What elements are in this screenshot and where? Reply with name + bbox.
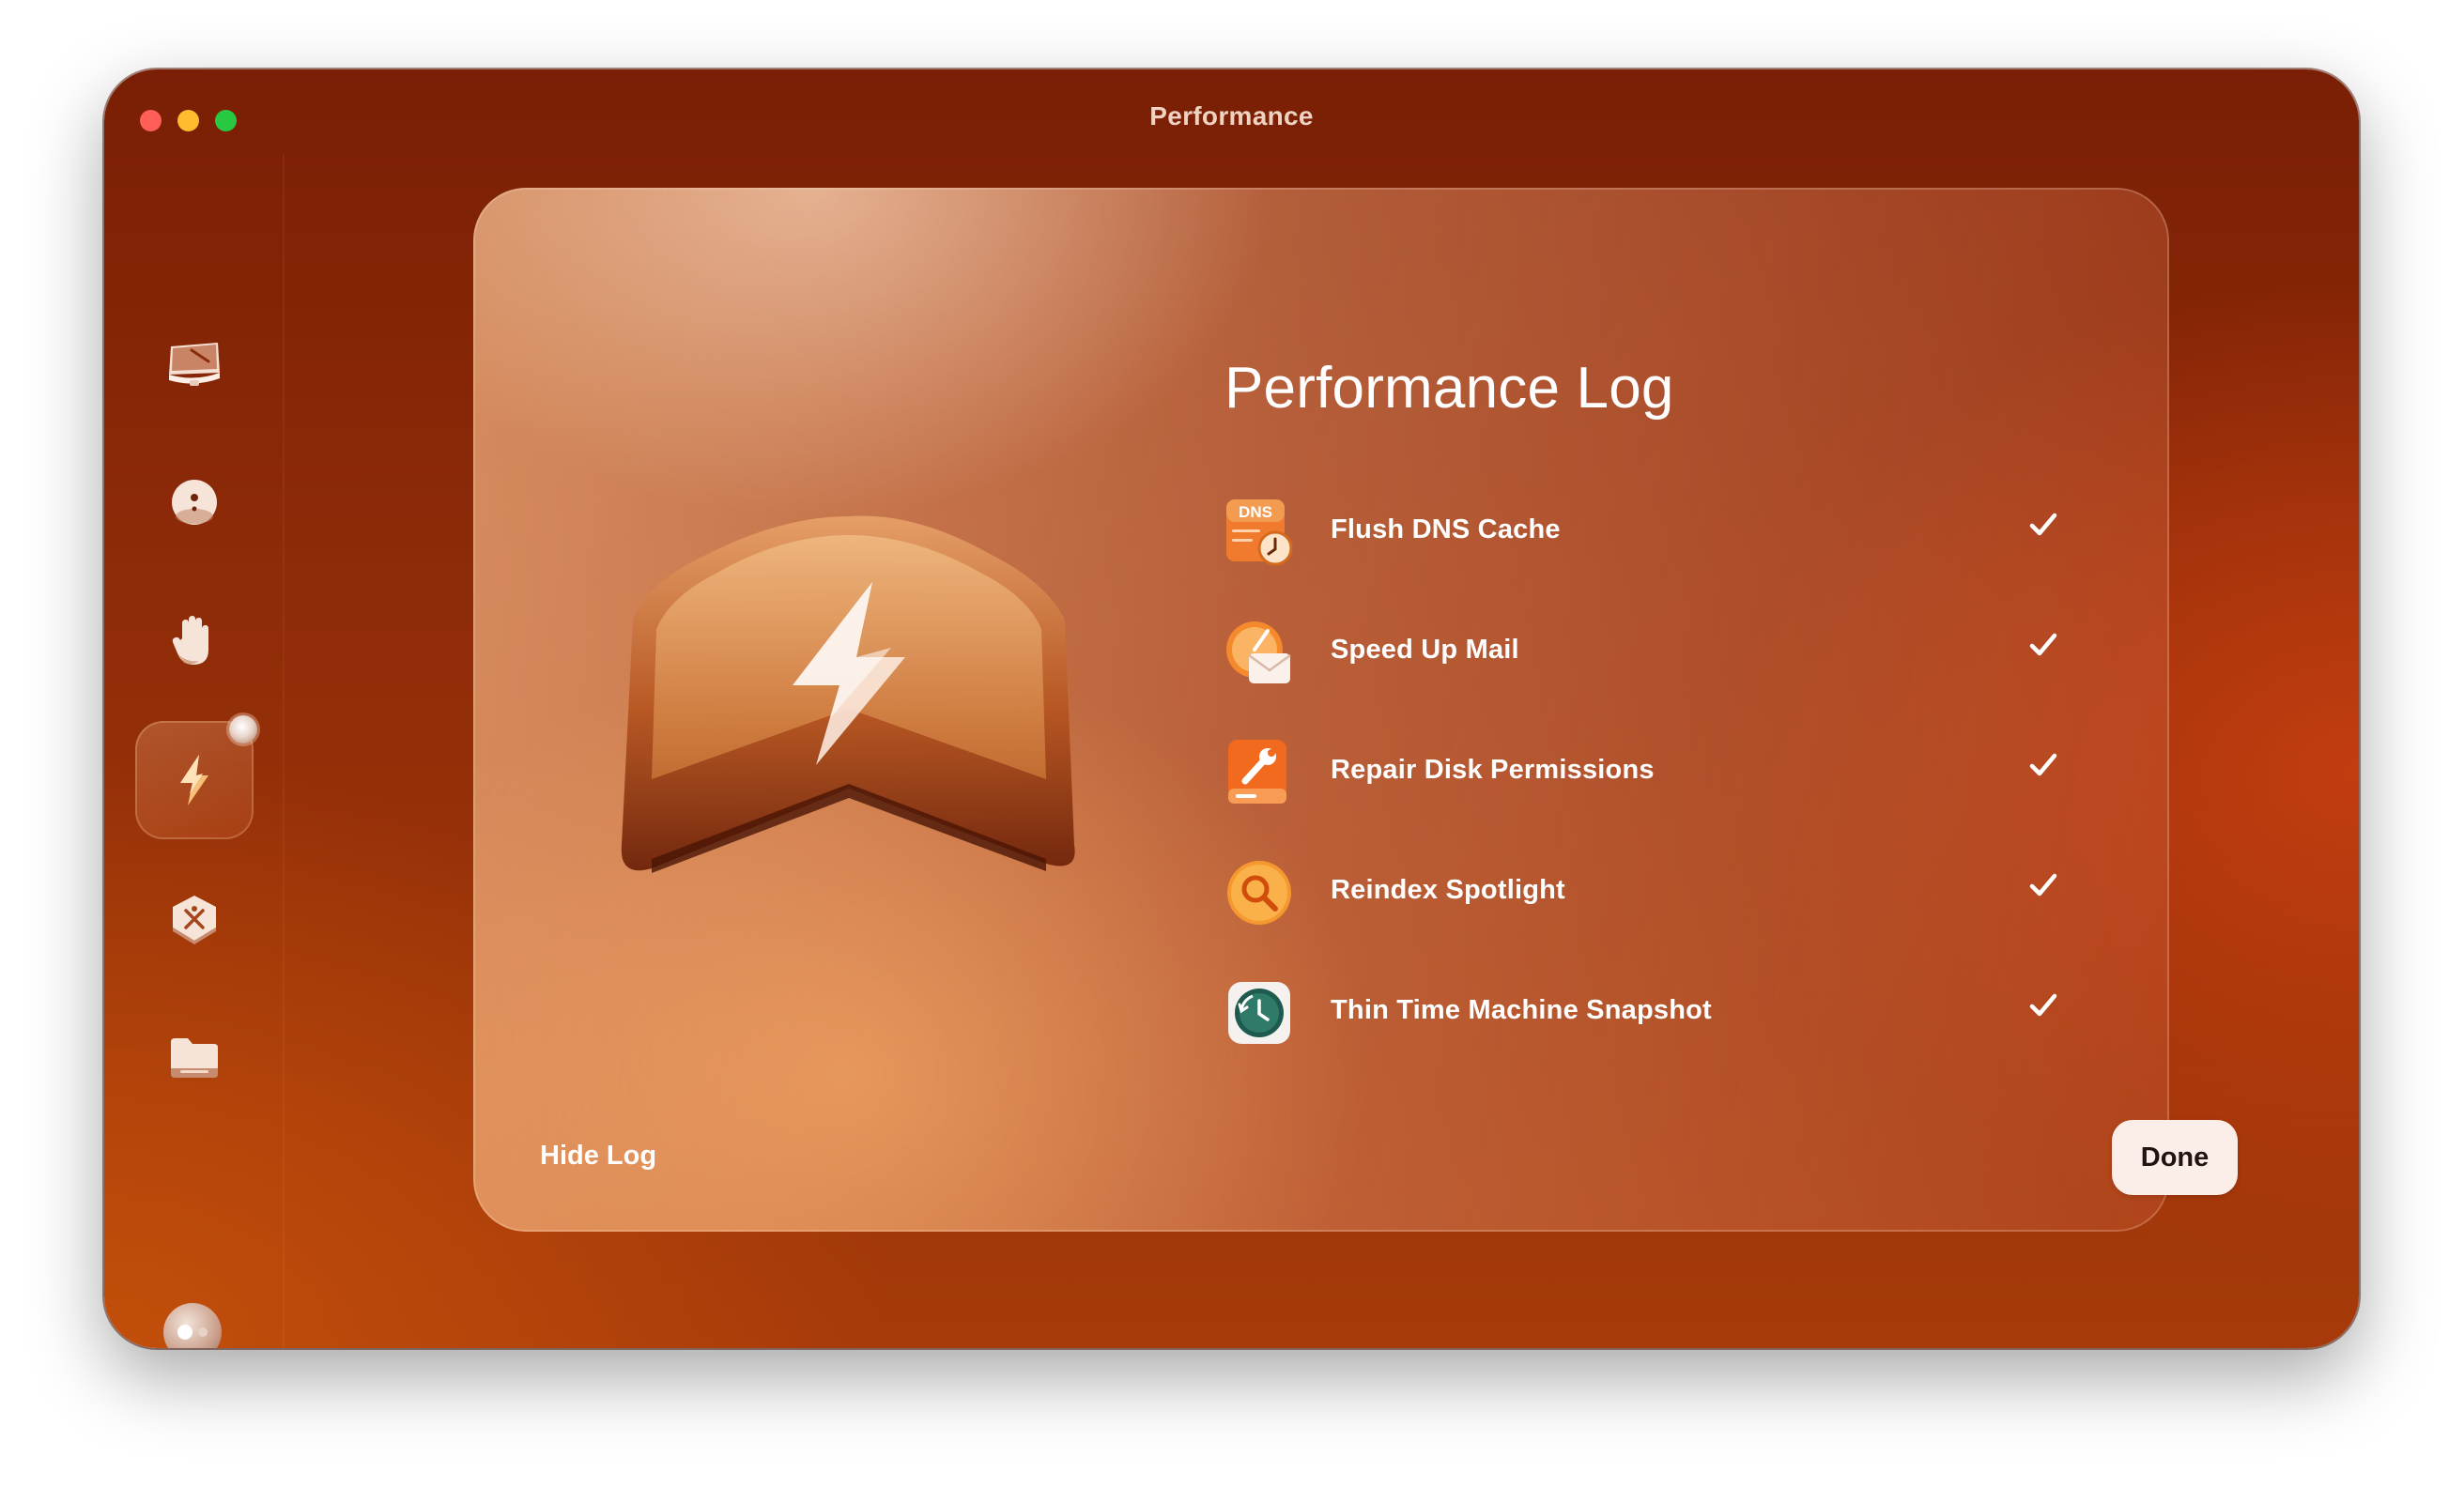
dns-badge-text: DNS — [1239, 503, 1272, 521]
spotlight-icon — [1224, 858, 1294, 927]
disk-wrench-icon — [1224, 738, 1294, 807]
log-list: DNS Flush DNS Cache Speed Up Mail Repair… — [1224, 498, 2070, 1098]
mail-speed-icon — [1224, 618, 1294, 687]
assistant-eye-icon — [177, 1325, 192, 1340]
checkmark-icon — [2029, 753, 2057, 776]
log-item-speed-up-mail: Speed Up Mail — [1224, 618, 2070, 738]
window-title: Performance — [1149, 101, 1314, 130]
monitor-sweep-icon — [169, 343, 220, 386]
dns-clock-icon: DNS — [1224, 498, 1294, 567]
log-item-label: Flush DNS Cache — [1331, 514, 1561, 544]
log-item-repair-disk-permissions: Repair Disk Permissions — [1224, 738, 2070, 858]
done-button[interactable]: Done — [2112, 1120, 2238, 1195]
log-item-thin-time-machine: Thin Time Machine Snapshot — [1224, 978, 2070, 1098]
sidebar-item-performance[interactable] — [135, 715, 257, 839]
checkmark-icon — [2029, 513, 2057, 536]
checkmark-icon — [2029, 993, 2057, 1017]
app-window: Performance Performance Log DNS Flush DN… — [104, 69, 2359, 1348]
log-title: Performance Log — [1224, 356, 1674, 421]
log-item-reindex-spotlight: Reindex Spotlight — [1224, 858, 2070, 978]
lightning-icon — [180, 755, 208, 805]
folder-icon — [171, 1038, 218, 1078]
log-item-flush-dns: DNS Flush DNS Cache — [1224, 498, 2070, 618]
broom-ball-icon — [172, 480, 217, 525]
sidebar-item-cleanup[interactable] — [135, 443, 254, 561]
hand-icon — [172, 616, 208, 665]
log-item-label: Reindex Spotlight — [1331, 875, 1565, 905]
apps-icon — [173, 896, 216, 944]
activity-indicator — [229, 715, 257, 744]
sidebar — [104, 154, 285, 1348]
log-item-label: Repair Disk Permissions — [1331, 755, 1655, 785]
performance-log-panel: Performance Log DNS Flush DNS Cache Spee… — [473, 188, 2238, 1232]
sidebar-item-smart-care[interactable] — [135, 305, 254, 423]
log-item-label: Speed Up Mail — [1331, 635, 1519, 665]
hide-log-button[interactable]: Hide Log — [540, 1141, 656, 1172]
assistant-button[interactable] — [163, 1303, 222, 1348]
performance-hero-icon — [621, 515, 1075, 873]
log-item-label: Thin Time Machine Snapshot — [1331, 995, 1712, 1025]
time-machine-icon — [1224, 978, 1294, 1048]
checkmark-icon — [2029, 873, 2057, 897]
sidebar-item-my-clutter[interactable] — [135, 999, 254, 1117]
sidebar-item-applications[interactable] — [135, 860, 254, 978]
checkmark-icon — [2029, 633, 2057, 656]
sidebar-item-protection[interactable] — [135, 582, 254, 700]
assistant-dot-icon — [198, 1327, 208, 1337]
